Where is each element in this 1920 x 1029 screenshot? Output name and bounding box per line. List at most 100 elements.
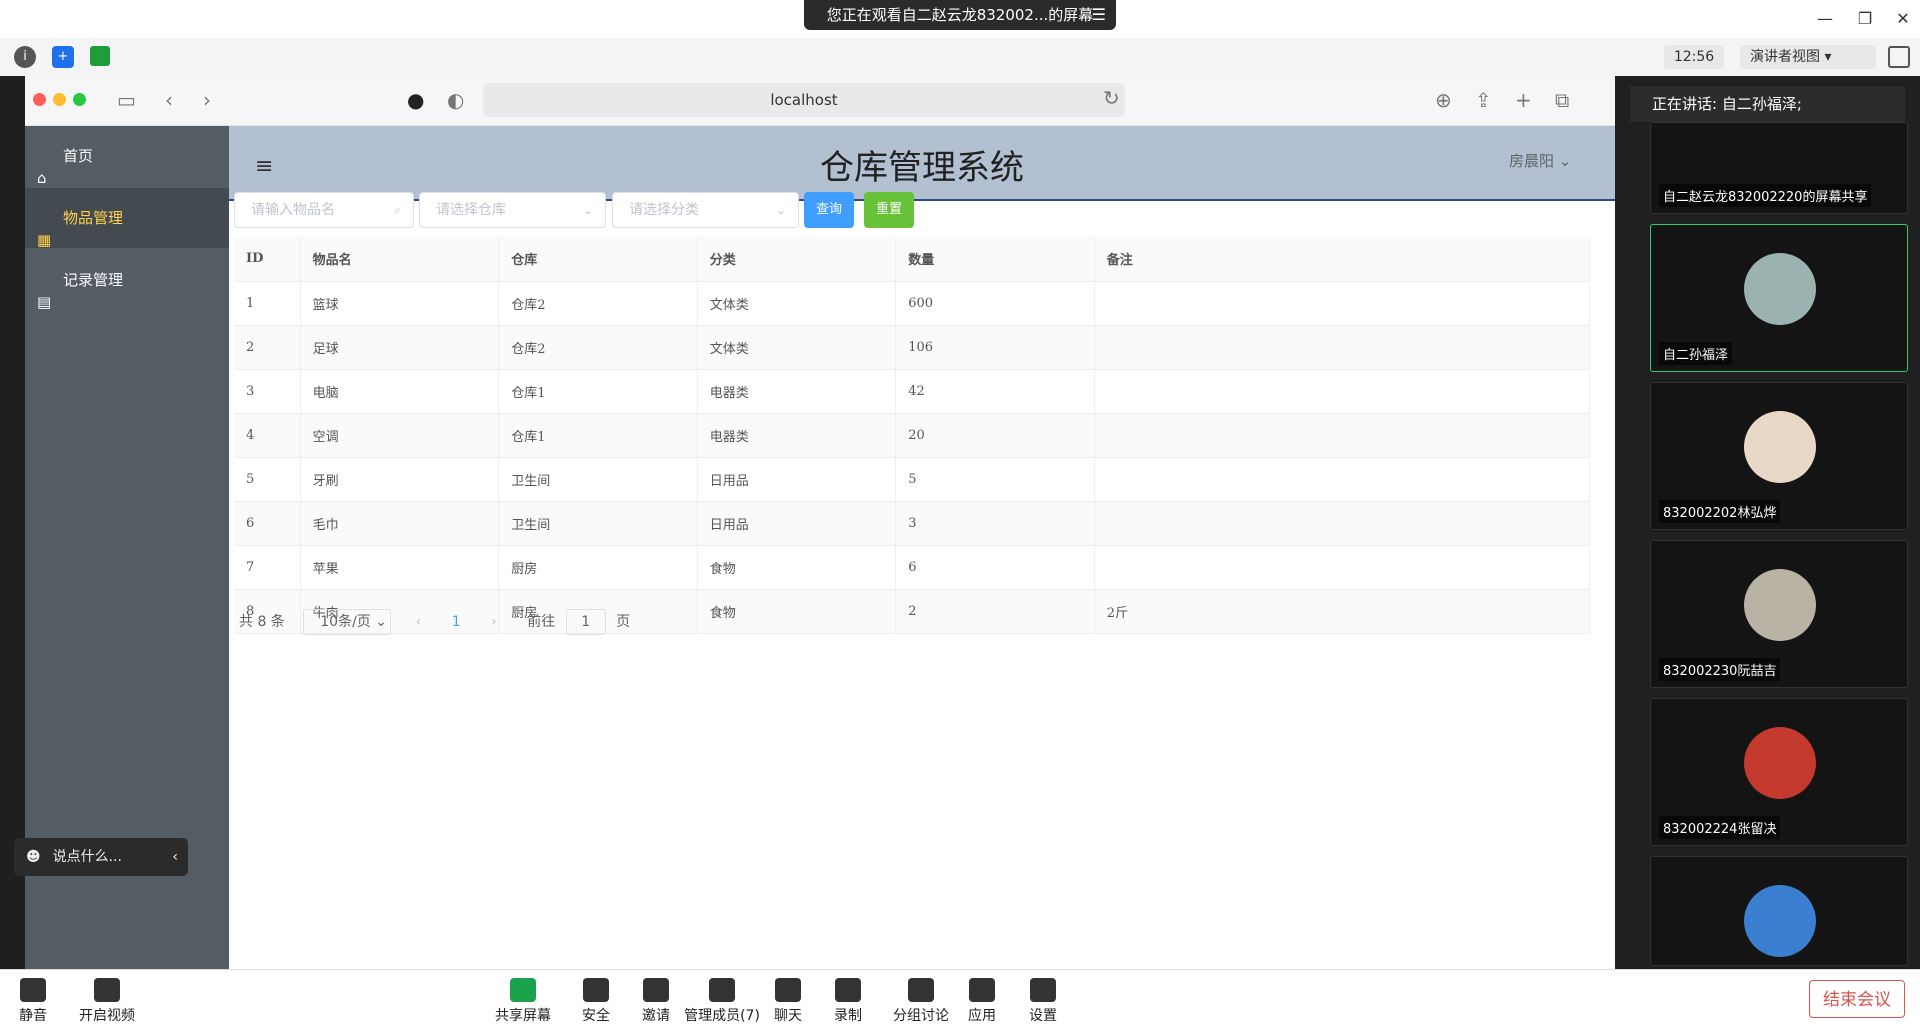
tool-icon <box>20 978 46 1002</box>
tool-icon <box>775 978 801 1002</box>
goto-page-input[interactable]: 1 <box>565 609 606 635</box>
fullscreen-icon[interactable] <box>1888 46 1910 68</box>
table-cell: 空调 <box>300 413 500 458</box>
shield-icon[interactable]: + <box>52 46 74 68</box>
page-size-select[interactable]: 10条/页 ⌄ <box>303 609 392 635</box>
column-header: 仓库 <box>498 237 698 282</box>
table-row[interactable]: 4 空调 仓库1 电器类 20 <box>234 413 1591 458</box>
meeting-tool-button[interactable]: 静音 <box>0 978 73 1025</box>
page-number[interactable]: 1 <box>452 614 461 630</box>
participant-tile[interactable] <box>1650 856 1908 966</box>
speaker-view-button[interactable]: 演讲者视图 ▾ <box>1740 45 1876 69</box>
menu-item-label: 首页 <box>63 147 94 165</box>
menu-item-label: 物品管理 <box>63 209 124 227</box>
avatar <box>1744 885 1816 957</box>
warehouse-placeholder: 请选择仓库 <box>436 202 506 218</box>
forward-icon[interactable]: › <box>203 88 211 112</box>
chat-box[interactable]: ☻ 说点什么... ‹ <box>14 838 188 876</box>
tool-icon <box>510 978 536 1002</box>
column-header: 数量 <box>895 237 1095 282</box>
table-cell: 2斤 <box>1094 589 1591 634</box>
table-row[interactable]: 2 足球 仓库2 文体类 106 <box>234 325 1591 370</box>
participant-name: 自二赵云龙832002220的屏幕共享 <box>1659 184 1872 207</box>
menu-icon[interactable]: ☰ <box>1092 0 1106 30</box>
avatar <box>1744 411 1816 483</box>
tool-icon <box>709 978 735 1002</box>
tool-label: 录制 <box>834 1008 862 1024</box>
download-icon[interactable]: ⊕ <box>1435 88 1452 112</box>
meeting-tool-button[interactable]: 开启视频 <box>67 978 147 1025</box>
items-table: ID 物品名 仓库 分类 数量 备注 1 篮球 仓库2 文体类 600 2 足球 仓库2 文体类 106 3 电… <box>234 237 1591 634</box>
next-page-icon[interactable]: › <box>491 614 497 630</box>
chevron-down-icon: ⌄ <box>775 203 786 217</box>
privacy-icon[interactable]: ◐ <box>447 88 464 112</box>
share-banner[interactable]: 您正在观看自二赵云龙832002...的屏幕 ☰ <box>804 0 1116 30</box>
tool-icon <box>583 978 609 1002</box>
page-size-value: 10条/页 <box>320 614 371 630</box>
browser-window: ▭ ‹ › ● ◐ localhost ↻ ⊕ ⇪ + ⧉ ⌂ 首页 ▦ 物品管理 … <box>25 76 1615 970</box>
item-name-input[interactable]: 请输入物品名 ⌕ <box>234 192 414 228</box>
end-meeting-button[interactable]: 结束会议 <box>1809 980 1905 1018</box>
table-cell: 文体类 <box>697 325 897 370</box>
share-icon[interactable]: ⇪ <box>1475 88 1492 112</box>
emoji-icon[interactable]: ☻ <box>26 849 41 865</box>
tabs-icon[interactable]: ⧉ <box>1555 88 1569 112</box>
menu-item-label: 记录管理 <box>63 271 124 289</box>
table-header-row: ID 物品名 仓库 分类 数量 备注 <box>234 237 1591 282</box>
goods-icon: ▦ <box>37 231 52 249</box>
participant-name: 832002224张留决 <box>1659 816 1781 839</box>
table-cell: 日用品 <box>697 501 897 546</box>
minimize-window-icon[interactable] <box>53 93 66 106</box>
chevron-left-icon[interactable]: ‹ <box>172 838 178 876</box>
table-row[interactable]: 1 篮球 仓库2 文体类 600 <box>234 281 1591 326</box>
table-cell: 6 <box>234 501 301 546</box>
table-row[interactable]: 3 电脑 仓库1 电器类 42 <box>234 369 1591 414</box>
table-cell: 4 <box>234 413 301 458</box>
signal-icon[interactable] <box>90 46 110 66</box>
table-row[interactable]: 7 苹果 厨房 食物 6 <box>234 545 1591 590</box>
address-bar[interactable]: localhost <box>483 83 1125 117</box>
meeting-tool-button[interactable]: 录制 <box>808 978 888 1025</box>
menu-item-records[interactable]: ▤ 记录管理 <box>25 250 229 311</box>
sidebar-toggle-icon[interactable]: ▭ <box>117 88 136 112</box>
participant-tile[interactable]: 自二赵云龙832002220的屏幕共享 <box>1650 122 1908 214</box>
records-icon: ▤ <box>37 293 52 311</box>
table-cell: 牙刷 <box>300 457 500 502</box>
user-dropdown[interactable]: 房晨阳 ⌄ <box>1509 150 1571 171</box>
goto-label: 前往 <box>527 614 556 630</box>
minimize-icon[interactable]: — <box>1810 6 1840 32</box>
table-cell: 足球 <box>300 325 500 370</box>
table-cell: 5 <box>234 457 301 502</box>
info-icon[interactable]: i <box>14 46 36 68</box>
table-cell: 食物 <box>697 589 897 634</box>
menu-item-home[interactable]: ⌂ 首页 <box>25 126 229 187</box>
participant-tile[interactable]: 832002230阮喆吉 <box>1650 540 1908 688</box>
prev-page-icon[interactable]: ‹ <box>416 614 422 630</box>
new-tab-icon[interactable]: + <box>1515 88 1532 112</box>
main-content: 请输入物品名 ⌕ 请选择仓库 ⌄ 请选择分类 ⌄ 查询 重置 ID 物品名 仓库 分类 数量备… <box>229 192 1615 970</box>
table-row[interactable]: 5 牙刷 卫生间 日用品 5 <box>234 457 1591 502</box>
table-cell: 仓库1 <box>498 369 698 414</box>
reset-button[interactable]: 重置 <box>864 192 914 228</box>
table-row[interactable]: 6 毛巾 卫生间 日用品 3 <box>234 501 1591 546</box>
warehouse-select[interactable]: 请选择仓库 ⌄ <box>419 192 606 228</box>
query-button[interactable]: 查询 <box>804 192 854 228</box>
zoom-window-icon[interactable] <box>73 93 86 106</box>
close-icon[interactable]: ✕ <box>1888 6 1918 32</box>
tool-icon <box>835 978 861 1002</box>
tool-label: 共享屏幕 <box>495 1008 551 1024</box>
participant-tile[interactable]: 832002224张留决 <box>1650 698 1908 846</box>
speaker-view-label: 演讲者视图 <box>1750 49 1820 65</box>
github-icon[interactable]: ● <box>407 88 424 112</box>
close-window-icon[interactable] <box>33 93 46 106</box>
restore-icon[interactable]: ❐ <box>1850 6 1880 32</box>
meeting-tool-button[interactable]: 共享屏幕 <box>483 978 563 1025</box>
participant-tile[interactable]: 832002202林弘烨 <box>1650 382 1908 530</box>
participant-tile[interactable]: 自二孙福泽 <box>1650 224 1908 372</box>
menu-item-goods[interactable]: ▦ 物品管理 <box>25 188 229 249</box>
category-select[interactable]: 请选择分类 ⌄ <box>612 192 799 228</box>
chevron-down-icon: ⌄ <box>582 203 593 217</box>
reload-icon[interactable]: ↻ <box>1103 86 1120 110</box>
back-icon[interactable]: ‹ <box>165 88 173 112</box>
meeting-tool-button[interactable]: 设置 <box>1003 978 1083 1025</box>
